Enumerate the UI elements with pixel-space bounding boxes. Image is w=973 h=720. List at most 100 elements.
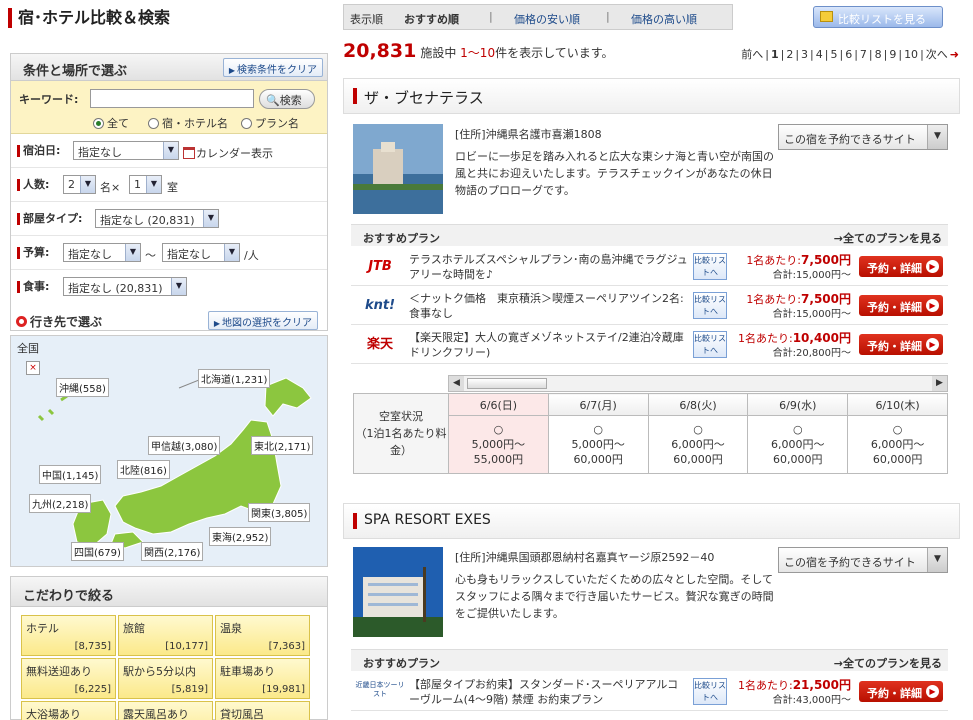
kodawari-item[interactable]: 駅から5分以内 [5,819]	[118, 658, 213, 699]
pager-page[interactable]: 6	[845, 48, 852, 61]
pager-page[interactable]: 4	[816, 48, 823, 61]
compare-add-button[interactable]: 比較リストへ	[693, 253, 727, 280]
pager-page[interactable]: 7	[860, 48, 867, 61]
plan-row: 楽天 【楽天限定】大人の寛ぎメゾネットステイ/2連泊冷蔵庫ドリンクフリー) 比較…	[351, 326, 948, 364]
scroll-right-icon[interactable]: ▶	[932, 376, 947, 391]
booking-site-select[interactable]: この宿を予約できるサイト ▼	[778, 124, 948, 150]
compare-list-button[interactable]: 比較リストを見る	[813, 6, 943, 28]
plan-name[interactable]: ＜ナットク価格 東京積浜＞喫煙スーペリアツイン2名:食事なし	[409, 291, 689, 321]
hotel-name[interactable]: SPA RESORT EXES	[364, 512, 491, 528]
radio-selected-icon	[93, 118, 104, 129]
region-hokuriku[interactable]: 北陸(816)	[117, 460, 170, 479]
search-icon: 🔍	[266, 94, 280, 107]
plan-name[interactable]: 【部屋タイプお約束】スタンダード･スーペリアアルコーヴルーム(4〜9階) 禁煙 …	[409, 677, 689, 707]
price-per-label: 1名あたり:	[746, 293, 802, 306]
region-hokkaido[interactable]: 北海道(1,231)	[198, 369, 271, 388]
compare-add-button[interactable]: 比較リストへ	[693, 678, 727, 705]
reserve-button[interactable]: 予約・詳細 ▶	[859, 256, 943, 277]
radio-hotel-name[interactable]: 宿・ホテル名	[148, 115, 228, 131]
pager-separator: |	[898, 48, 903, 61]
sort-price-low[interactable]: 価格の安い順	[514, 11, 580, 27]
kodawari-item[interactable]: 無料送迎あり [6,225]	[21, 658, 116, 699]
region-kyushu[interactable]: 九州(2,218)	[29, 494, 92, 513]
radio-all[interactable]: 全て	[93, 115, 129, 131]
all-plans-link[interactable]: →全てのプランを見る	[834, 655, 942, 671]
jtb-logo: JTB	[368, 259, 392, 274]
clear-map-button[interactable]: ▶ 地図の選択をクリア	[207, 311, 318, 330]
calendar-cell[interactable]: ○ 6,000円～ 60,000円	[747, 415, 849, 474]
folder-icon	[820, 11, 833, 22]
kodawari-item[interactable]: 旅館 [10,177]	[118, 615, 213, 656]
radio-all-label: 全て	[107, 117, 129, 130]
pager-next[interactable]: 次へ	[926, 48, 948, 61]
region-tokai[interactable]: 東海(2,952)	[209, 527, 272, 546]
result-count-mid: 施設中	[420, 46, 457, 60]
hotel-header: SPA RESORT EXES	[343, 503, 960, 539]
pager-page[interactable]: 1	[771, 48, 779, 61]
left-column: 宿･ホテル比較＆検索 条件と場所で選ぶ ▶ 検索条件をクリア キーワード: 🔍検索…	[0, 0, 335, 720]
search-button[interactable]: 🔍検索	[259, 89, 315, 109]
pager-page[interactable]: 2	[786, 48, 793, 61]
pager-prev[interactable]: 前へ	[741, 48, 763, 61]
plan-name[interactable]: テラスホテルズスペシャルプラン･南の島沖縄でラグジュアリーな時間を♪	[409, 252, 689, 282]
scroll-thumb[interactable]	[467, 378, 547, 389]
room-type-select[interactable]: 指定なし (20,831) ▼	[95, 209, 219, 228]
price-total: 合計:15,000円～	[772, 270, 851, 281]
kodawari-item[interactable]: 露天風呂あり	[118, 701, 213, 720]
kodawari-item[interactable]: ホテル [8,735]	[21, 615, 116, 656]
calendar-cell[interactable]: ○ 6,000円～ 60,000円	[847, 415, 948, 474]
region-shikoku[interactable]: 四国(679)	[71, 542, 124, 561]
clear-conditions-label: 検索条件をクリア	[237, 65, 317, 76]
kodawari-item[interactable]: 駐車場あり [19,981]	[215, 658, 310, 699]
booking-site-select[interactable]: この宿を予約できるサイト ▼	[778, 547, 948, 573]
compare-add-button[interactable]: 比較リストへ	[693, 331, 727, 358]
hotel-name[interactable]: ザ・ブセナテラス	[364, 87, 484, 108]
scroll-left-icon[interactable]: ◀	[449, 376, 464, 391]
hotel-photo[interactable]	[353, 124, 443, 214]
reserve-button[interactable]: 予約・詳細 ▶	[859, 681, 943, 702]
rooms-value: 1	[134, 178, 141, 191]
pager-page[interactable]: 8	[875, 48, 882, 61]
compare-add-button[interactable]: 比較リストへ	[693, 292, 727, 319]
region-okinawa[interactable]: 沖縄(558)	[56, 378, 109, 397]
target-icon	[16, 316, 27, 327]
pager-page[interactable]: 5	[830, 48, 837, 61]
clear-conditions-button[interactable]: ▶ 検索条件をクリア	[222, 58, 323, 77]
calendar-cell[interactable]: ○ 6,000円～ 60,000円	[647, 415, 749, 474]
region-kansai[interactable]: 関西(2,176)	[141, 542, 204, 561]
reserve-button[interactable]: 予約・詳細 ▶	[859, 334, 943, 355]
play-icon: ▶	[926, 338, 939, 351]
hotel-photo[interactable]	[353, 547, 443, 637]
budget-min-select[interactable]: 指定なし ▼	[63, 243, 141, 262]
region-chugoku[interactable]: 中国(1,145)	[39, 465, 102, 484]
booking-site-label: この宿を予約できるサイト	[784, 133, 916, 146]
pager-page[interactable]: 9	[889, 48, 896, 61]
plan-name[interactable]: 【楽天限定】大人の寛ぎメゾネットステイ/2連泊冷蔵庫ドリンクフリー)	[409, 330, 689, 360]
meal-select[interactable]: 指定なし (20,831) ▼	[63, 277, 187, 296]
all-plans-link[interactable]: →全てのプランを見る	[834, 230, 942, 246]
radio-plan-name[interactable]: プラン名	[241, 115, 299, 131]
people-select[interactable]: 2 ▼	[63, 175, 96, 194]
checkin-select[interactable]: 指定なし ▼	[73, 141, 179, 160]
budget-max-select[interactable]: 指定なし ▼	[162, 243, 240, 262]
calendar-scrollbar[interactable]: ◀ ▶	[448, 375, 948, 392]
kodawari-item[interactable]: 大浴場あり	[21, 701, 116, 720]
pager-page[interactable]: 10	[904, 48, 918, 61]
calendar-cell[interactable]: ○ 5,000円～ 55,000円	[448, 415, 549, 474]
pager-page[interactable]: 3	[801, 48, 808, 61]
cell-min-price: 5,000円～	[571, 438, 625, 451]
region-kanto[interactable]: 関東(3,805)	[248, 503, 311, 522]
condition-title: 条件と場所で選ぶ	[23, 64, 128, 79]
kodawari-item[interactable]: 温泉 [7,363]	[215, 615, 310, 656]
clear-map-label: 地図の選択をクリア	[222, 318, 312, 329]
kodawari-item[interactable]: 貸切風呂	[215, 701, 310, 720]
calendar-link[interactable]: カレンダー表示	[183, 145, 273, 161]
calendar-cell[interactable]: ○ 5,000円～ 60,000円	[547, 415, 649, 474]
rooms-select[interactable]: 1 ▼	[129, 175, 162, 194]
sort-price-high[interactable]: 価格の高い順	[631, 11, 697, 27]
sort-recommended[interactable]: おすすめ順	[404, 11, 459, 27]
region-tohoku[interactable]: 東北(2,171)	[251, 436, 314, 455]
keyword-input[interactable]	[90, 89, 254, 108]
region-koshinetsu[interactable]: 甲信越(3,080)	[148, 436, 221, 455]
reserve-button[interactable]: 予約・詳細 ▶	[859, 295, 943, 316]
